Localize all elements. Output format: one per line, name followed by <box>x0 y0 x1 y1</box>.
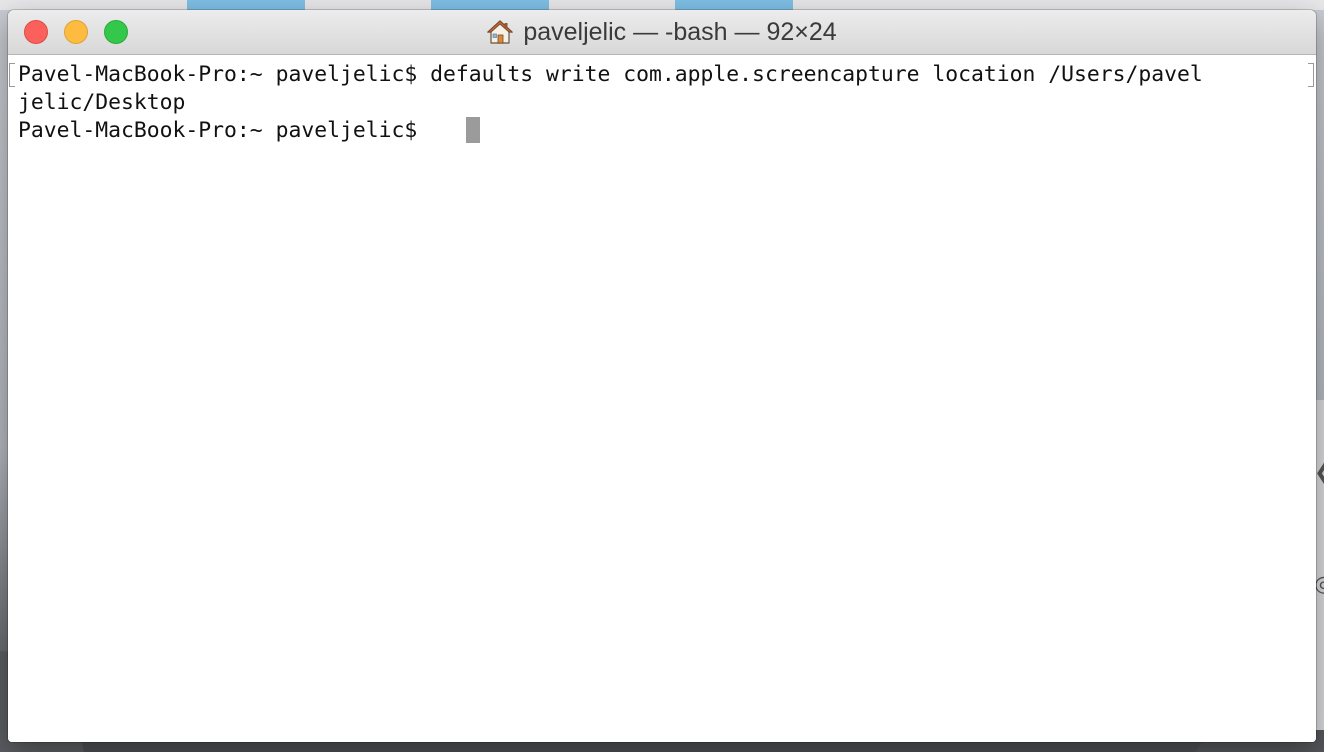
window-title: paveljelic — -bash — 92×24 <box>523 17 837 46</box>
home-icon <box>487 19 514 45</box>
background-window-tab <box>187 0 305 10</box>
terminal-content[interactable]: Pavel-MacBook-Pro:~ paveljelic$ defaults… <box>8 55 1316 742</box>
background-window-tab <box>675 0 793 10</box>
terminal-line: jelic/Desktop <box>18 90 186 115</box>
terminal-window: paveljelic — -bash — 92×24 Pavel-MacBook… <box>8 10 1316 742</box>
terminal-prompt-line: Pavel-MacBook-Pro:~ paveljelic$ <box>18 118 431 143</box>
terminal-line: Pavel-MacBook-Pro:~ paveljelic$ defaults… <box>18 62 1203 87</box>
text-cursor <box>466 117 480 143</box>
window-title-group: paveljelic — -bash — 92×24 <box>8 10 1316 54</box>
background-window-tab <box>431 0 549 10</box>
title-bar[interactable]: paveljelic — -bash — 92×24 <box>8 10 1316 55</box>
line-wrap-marker-left <box>9 63 15 87</box>
line-wrap-marker-right <box>1308 63 1314 87</box>
